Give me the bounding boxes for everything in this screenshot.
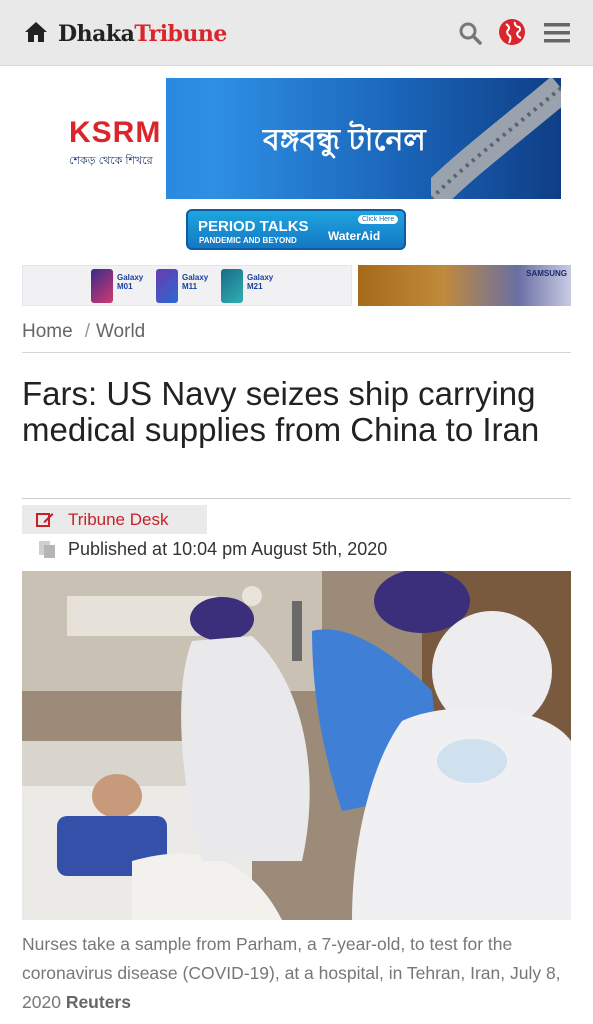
phone-line: Galaxy: [117, 273, 144, 282]
divider: [22, 498, 571, 499]
phone-model-label: Galaxy M21: [247, 273, 273, 291]
document-icon: [39, 541, 55, 558]
ad-subtitle: PANDEMIC AND BEYOND: [199, 236, 297, 245]
article-headline: Fars: US Navy seizes ship carrying medic…: [22, 375, 540, 448]
logo-part-dhaka: Dhaka: [58, 21, 135, 47]
article-photo: [22, 571, 571, 920]
phone-image: [221, 269, 243, 303]
hospital-scene-illustration: [22, 571, 571, 920]
tunnel-graphic: [431, 78, 561, 199]
author-name: Tribune Desk: [68, 510, 169, 529]
ad-title: PERIOD TALKS: [198, 218, 309, 235]
phone-line: Galaxy: [182, 273, 209, 282]
menu-icon[interactable]: [543, 21, 571, 45]
period-talks-ad[interactable]: PERIOD TALKS PANDEMIC AND BEYOND Click H…: [186, 209, 406, 250]
breadcrumb-separator: /: [84, 321, 90, 342]
site-logo[interactable]: DhakaTribune: [58, 21, 227, 47]
phone-model: M21: [247, 282, 263, 291]
phone-image: [91, 269, 113, 303]
author-tag[interactable]: Tribune Desk: [22, 505, 207, 534]
ad-cta: Click Here: [358, 215, 399, 224]
samsung-logo-text: SAMSUNG: [526, 269, 567, 278]
ad-sponsor: WaterAid: [328, 229, 381, 243]
published-date: Published at 10:04 pm August 5th, 2020: [68, 539, 388, 559]
breadcrumb: Home / World: [22, 321, 151, 343]
photo-credit: Reuters: [65, 992, 131, 1012]
ad-brand-name: KSRM: [69, 116, 162, 149]
ad-brand-tagline: শেকড় থেকে শিখরে: [69, 155, 153, 167]
globe-icon[interactable]: [498, 18, 526, 46]
phone-model: M11: [182, 282, 198, 291]
divider: [22, 352, 571, 353]
site-header: DhakaTribune: [0, 0, 593, 66]
phone-model-label: Galaxy M11: [182, 273, 208, 291]
samsung-phones-ad[interactable]: Galaxy M01 Galaxy M11 Galaxy M21: [22, 265, 352, 306]
ksrm-banner-ad[interactable]: KSRM শেকড় থেকে শিখরে বঙ্গবন্ধু টানেল: [31, 78, 561, 199]
phone-image: [156, 269, 178, 303]
phone-model-label: Galaxy M01: [117, 273, 143, 291]
samsung-food-ad[interactable]: SAMSUNG: [358, 265, 571, 306]
home-icon[interactable]: [24, 21, 48, 43]
phone-model: M01: [117, 282, 133, 291]
search-icon[interactable]: [458, 21, 482, 45]
breadcrumb-section[interactable]: World: [96, 321, 145, 342]
ad-headline: বঙ্গবন্ধু টানেল: [263, 124, 426, 157]
breadcrumb-home[interactable]: Home: [22, 321, 73, 342]
photo-caption: Nurses take a sample from Parham, a 7-ye…: [22, 930, 571, 1017]
logo-part-tribune: Tribune: [134, 21, 227, 47]
phone-line: Galaxy: [247, 273, 274, 282]
edit-icon: [36, 513, 54, 527]
